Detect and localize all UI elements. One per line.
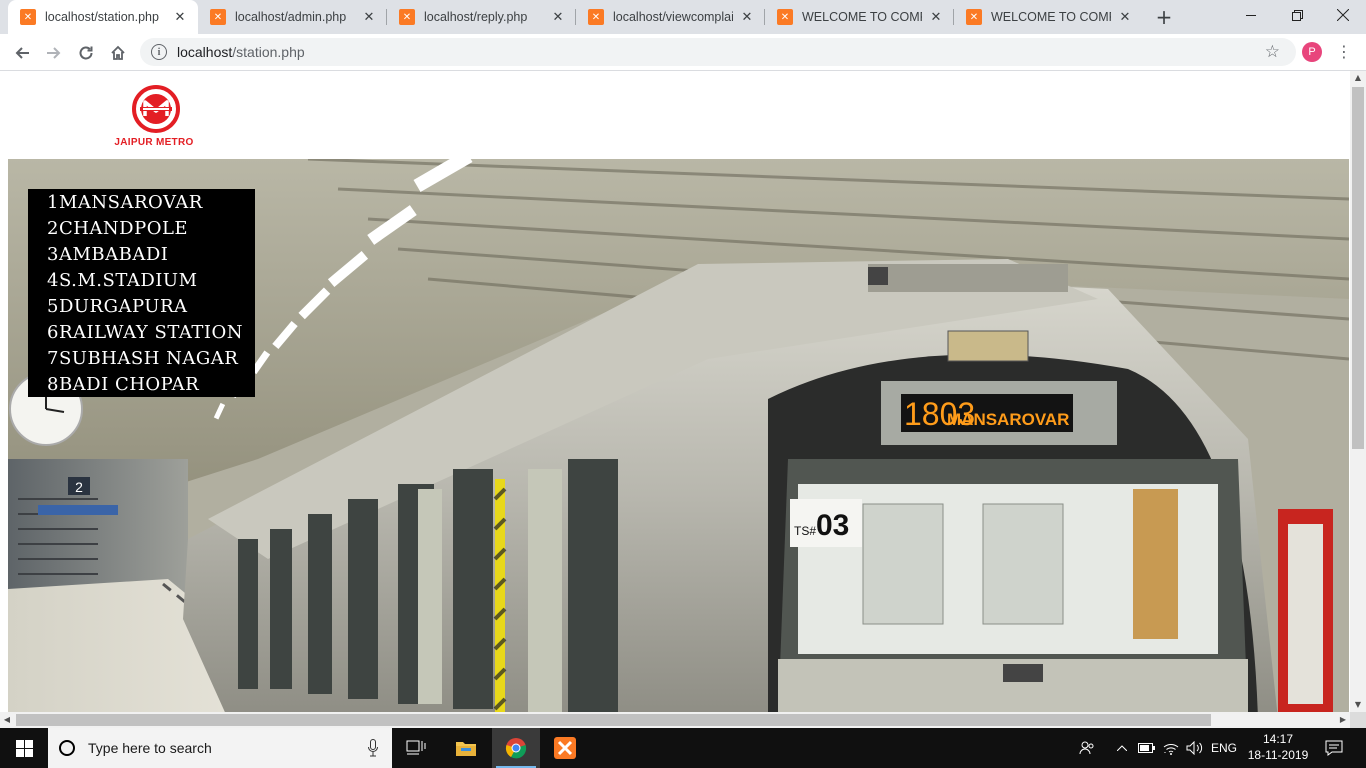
windows-taskbar: Type here to search ENG 14:17 18-11-2019 [0,728,1366,768]
station-item: 2CHANDPOLE [47,218,189,239]
tab-title: localhost/admin.php [235,10,347,24]
battery-icon[interactable] [1136,728,1158,768]
station-item: 5DURGAPURA [47,296,188,317]
show-hidden-icons[interactable] [1112,728,1132,768]
minimize-icon [1245,14,1256,16]
file-explorer-button[interactable] [442,728,490,768]
station-item: 8BADI CHOPAR [47,374,200,395]
scroll-down-icon[interactable]: ▼ [1350,698,1366,712]
input-language[interactable]: ENG [1208,728,1240,768]
forward-arrow-icon [47,47,61,59]
profile-avatar[interactable]: P [1302,42,1322,62]
browser-menu-icon[interactable]: ⋮ [1336,40,1352,64]
wifi-icon[interactable] [1160,728,1182,768]
metro-train-image: 2 TS# 03 1803 MANSAROVAR 1MANSAROVAR 2CH… [8,159,1349,712]
bookmark-star-icon[interactable]: ☆ [1265,42,1280,62]
scroll-up-icon[interactable]: ▲ [1350,71,1366,85]
xampp-icon: ✕ [210,9,226,25]
new-tab-button[interactable]: + [1153,7,1175,29]
horizontal-scroll-thumb[interactable] [16,714,1211,726]
taskbar-clock[interactable]: 14:17 18-11-2019 [1240,731,1316,763]
address-bar[interactable]: i localhost/station.php ☆ [140,38,1296,66]
chrome-icon [505,738,527,759]
back-button[interactable] [8,39,36,67]
home-button[interactable] [104,39,132,67]
tab-viewcomplain[interactable]: ✕ localhost/viewcomplain ✕ [576,0,765,34]
xampp-icon: ✕ [588,9,604,25]
browser-toolbar: i localhost/station.php ☆ P ⋮ [0,34,1366,71]
tab-welcome-1[interactable]: ✕ WELCOME TO COMPLA ✕ [765,0,954,34]
station-item: 3AMBABADI [47,244,169,265]
metro-logo-icon [132,85,180,133]
people-icon[interactable] [1076,728,1098,768]
tab-strip: ✕ localhost/station.php ✕ ✕ localhost/ad… [0,0,1366,34]
logo-text: JAIPUR METRO [114,137,194,148]
reload-icon [79,46,93,60]
restore-button[interactable] [1274,0,1320,30]
station-item: 4S.M.STADIUM [47,270,198,291]
tab-title: localhost/station.php [45,10,159,24]
destination-name: MANSAROVAR [947,410,1069,429]
folder-icon [456,742,476,756]
forward-button[interactable] [40,39,68,67]
close-icon[interactable]: ✕ [928,9,944,25]
info-icon[interactable]: i [151,44,167,60]
tab-title: localhost/viewcomplain [613,10,733,24]
tab-welcome-2[interactable]: ✕ WELCOME TO COMPLA ✕ [954,0,1143,34]
vertical-scrollbar[interactable]: ▲ ▼ [1350,71,1366,712]
task-view-button[interactable] [392,728,440,768]
close-icon[interactable]: ✕ [361,9,377,25]
train-number-prefix: TS# [794,524,816,538]
close-icon[interactable]: ✕ [172,9,188,25]
start-button[interactable] [0,728,48,768]
close-icon[interactable]: ✕ [550,9,566,25]
station-item: 6RAILWAY STATION [47,322,243,343]
url-text: localhost/station.php [177,44,305,60]
back-arrow-icon [15,47,29,59]
clock-date: 18-11-2019 [1247,748,1309,762]
home-icon [111,45,125,60]
xampp-icon: ✕ [777,9,793,25]
tab-title: localhost/reply.php [424,10,528,24]
taskbar-search-box[interactable]: Type here to search [48,728,392,768]
scroll-left-icon[interactable]: ◀ [0,712,14,728]
horizontal-scrollbar[interactable]: ◀ ▶ [0,712,1350,728]
platform-sign: 2 [75,479,83,495]
close-icon[interactable]: ✕ [739,9,755,25]
xampp-icon: ✕ [399,9,415,25]
clock-time: 14:17 [1262,732,1294,746]
station-item: 1MANSAROVAR [47,192,203,213]
microphone-icon[interactable] [368,739,378,757]
tab-station[interactable]: ✕ localhost/station.php ✕ [8,0,198,34]
xampp-icon [554,737,576,759]
close-icon[interactable]: ✕ [1117,9,1133,25]
volume-icon[interactable] [1184,728,1206,768]
restore-icon [1291,9,1303,21]
scrollbar-corner [1350,712,1366,728]
tab-admin[interactable]: ✕ localhost/admin.php ✕ [198,0,387,34]
xampp-taskbar-button[interactable] [541,728,589,768]
station-item: 7SUBHASH NAGAR [47,348,239,369]
tab-title: WELCOME TO COMPLA [991,10,1111,24]
xampp-icon: ✕ [20,9,36,25]
close-window-icon [1337,9,1349,21]
close-window-button[interactable] [1320,0,1366,30]
tab-reply[interactable]: ✕ localhost/reply.php ✕ [387,0,576,34]
station-list: 1MANSAROVAR 2CHANDPOLE 3AMBABADI 4S.M.ST… [28,189,255,397]
page-viewport: JAIPUR METRO 2 TS# 03 1803 MANSAROVAR 1M… [0,71,1350,712]
train-number: 03 [816,509,849,542]
minimize-button[interactable] [1228,0,1274,30]
search-placeholder: Type here to search [88,740,212,756]
cortana-icon [59,740,75,756]
scroll-right-icon[interactable]: ▶ [1336,712,1350,728]
jaipur-metro-logo: JAIPUR METRO [106,83,202,149]
action-center-icon[interactable] [1318,728,1350,768]
task-view-icon [406,740,426,755]
windows-logo-icon [15,739,33,757]
tab-title: WELCOME TO COMPLA [802,10,922,24]
chrome-taskbar-button[interactable] [492,728,540,768]
reload-button[interactable] [72,39,100,67]
vertical-scroll-thumb[interactable] [1352,87,1364,449]
xampp-icon: ✕ [966,9,982,25]
